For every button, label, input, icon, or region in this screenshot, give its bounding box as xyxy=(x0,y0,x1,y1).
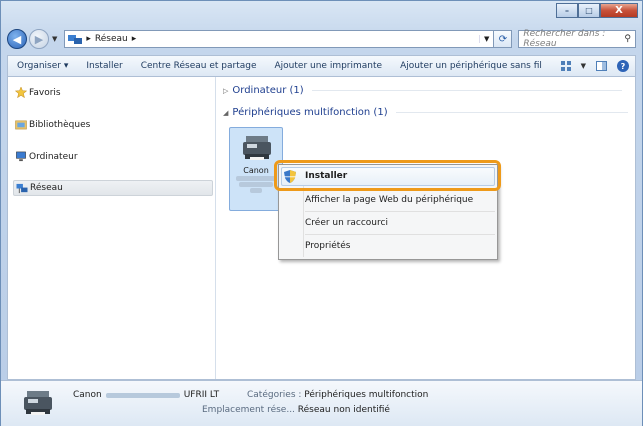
menu-item-properties[interactable]: Propriétés xyxy=(305,237,495,255)
refresh-icon: ⟳ xyxy=(498,33,508,45)
sidebar-item-label: Bibliothèques xyxy=(29,120,91,130)
callout-highlight xyxy=(274,160,501,191)
group-header-computer[interactable]: ▷ Ordinateur (1) xyxy=(223,85,622,96)
device-name: Canon xyxy=(243,166,269,175)
recent-pages-dropdown[interactable]: ▼ xyxy=(52,35,57,43)
sidebar-item-network[interactable]: Réseau xyxy=(13,180,213,196)
arrow-right-icon: ▶ xyxy=(34,32,44,46)
toolbar-right: ▼ ? xyxy=(560,60,635,72)
breadcrumb-separator[interactable]: ▸ xyxy=(86,34,91,44)
address-row: ◀ ▶ ▼ ▸ Réseau ▸ ▼ ⟳ Rechercher dans : R… xyxy=(7,28,636,50)
breadcrumb-location[interactable]: Réseau xyxy=(95,34,128,44)
sidebar-item-libraries[interactable]: Bibliothèques xyxy=(13,117,213,133)
redacted-text xyxy=(105,392,180,398)
computer-icon xyxy=(16,151,26,162)
categories-value: Périphériques multifonction xyxy=(304,390,429,400)
group-header-multifunction[interactable]: ◢ Périphériques multifonction (1) xyxy=(223,107,628,118)
search-input[interactable]: Rechercher dans : Réseau ⚲ xyxy=(518,29,636,49)
search-placeholder: Rechercher dans : Réseau xyxy=(523,29,606,49)
expand-arrow-icon[interactable]: ▷ xyxy=(223,87,228,95)
minimize-icon: – xyxy=(565,6,569,15)
preview-pane-icon[interactable] xyxy=(596,61,607,71)
printer-icon xyxy=(243,136,271,160)
arrow-left-icon: ◀ xyxy=(12,32,22,46)
sidebar-item-label: Réseau xyxy=(30,183,63,193)
close-icon: X xyxy=(615,5,623,16)
group-title: Ordinateur (1) xyxy=(232,85,304,96)
navigation-pane: Favoris Bibliothèques Ordinateur Réseau xyxy=(8,77,216,379)
details-location: Emplacement rése... Réseau non identifié xyxy=(202,405,390,415)
printer-icon xyxy=(24,391,52,415)
sidebar-item-label: Ordinateur xyxy=(29,152,78,162)
add-printer-button[interactable]: Ajouter une imprimante xyxy=(266,61,392,71)
minimize-button[interactable]: – xyxy=(556,3,578,18)
refresh-button[interactable]: ⟳ xyxy=(494,30,513,48)
install-button[interactable]: Installer xyxy=(77,61,131,71)
details-categories: Catégories : Périphériques multifonction xyxy=(247,390,428,400)
categories-label: Catégories : xyxy=(247,390,302,400)
network-center-button[interactable]: Centre Réseau et partage xyxy=(132,61,266,71)
view-options-icon[interactable] xyxy=(560,61,571,71)
details-device-name: Canon UFRII LT xyxy=(73,390,219,400)
device-name-suffix: UFRII LT xyxy=(183,390,220,400)
sidebar-item-label: Favoris xyxy=(29,88,61,98)
menu-separator xyxy=(305,211,495,212)
organize-button[interactable]: Organiser ▾ xyxy=(8,61,77,71)
redacted-text xyxy=(236,176,276,181)
library-icon xyxy=(15,120,27,130)
address-dropdown-icon[interactable]: ▼ xyxy=(479,35,493,43)
sidebar-item-favorites[interactable]: Favoris xyxy=(13,85,213,101)
menu-item-web-page[interactable]: Afficher la page Web du périphérique xyxy=(305,191,495,209)
view-dropdown-icon[interactable]: ▼ xyxy=(581,62,586,70)
close-button[interactable]: X xyxy=(600,3,638,18)
add-wireless-button[interactable]: Ajouter un périphérique sans fil xyxy=(391,61,551,71)
details-pane: Canon UFRII LT Catégories : Périphérique… xyxy=(1,380,642,426)
group-divider xyxy=(311,90,622,91)
back-button[interactable]: ◀ xyxy=(7,29,27,49)
redacted-text xyxy=(239,182,273,187)
search-icon: ⚲ xyxy=(624,34,631,44)
group-title: Périphériques multifonction (1) xyxy=(232,107,388,118)
window-controls: – □ X xyxy=(556,3,638,18)
help-icon[interactable]: ? xyxy=(617,60,629,72)
collapse-arrow-icon[interactable]: ◢ xyxy=(223,109,228,117)
maximize-button[interactable]: □ xyxy=(578,3,600,18)
menu-separator xyxy=(305,234,495,235)
sidebar-item-computer[interactable]: Ordinateur xyxy=(13,149,213,165)
location-label: Emplacement rése... xyxy=(202,405,295,415)
device-name-prefix: Canon xyxy=(73,390,102,400)
forward-button[interactable]: ▶ xyxy=(29,29,49,49)
command-bar: Organiser ▾ Installer Centre Réseau et p… xyxy=(7,55,636,77)
maximize-icon: □ xyxy=(585,6,593,15)
address-bar[interactable]: ▸ Réseau ▸ ▼ xyxy=(64,30,495,48)
location-value: Réseau non identifié xyxy=(297,405,390,415)
menu-item-create-shortcut[interactable]: Créer un raccourci xyxy=(305,214,495,232)
redacted-text xyxy=(250,188,262,193)
group-divider xyxy=(395,112,628,113)
network-icon xyxy=(68,34,83,44)
breadcrumb-separator[interactable]: ▸ xyxy=(132,34,137,44)
network-icon xyxy=(16,183,28,194)
explorer-window: – □ X ◀ ▶ ▼ ▸ Réseau ▸ ▼ ⟳ Rechercher da… xyxy=(0,0,643,426)
star-icon xyxy=(15,87,27,98)
